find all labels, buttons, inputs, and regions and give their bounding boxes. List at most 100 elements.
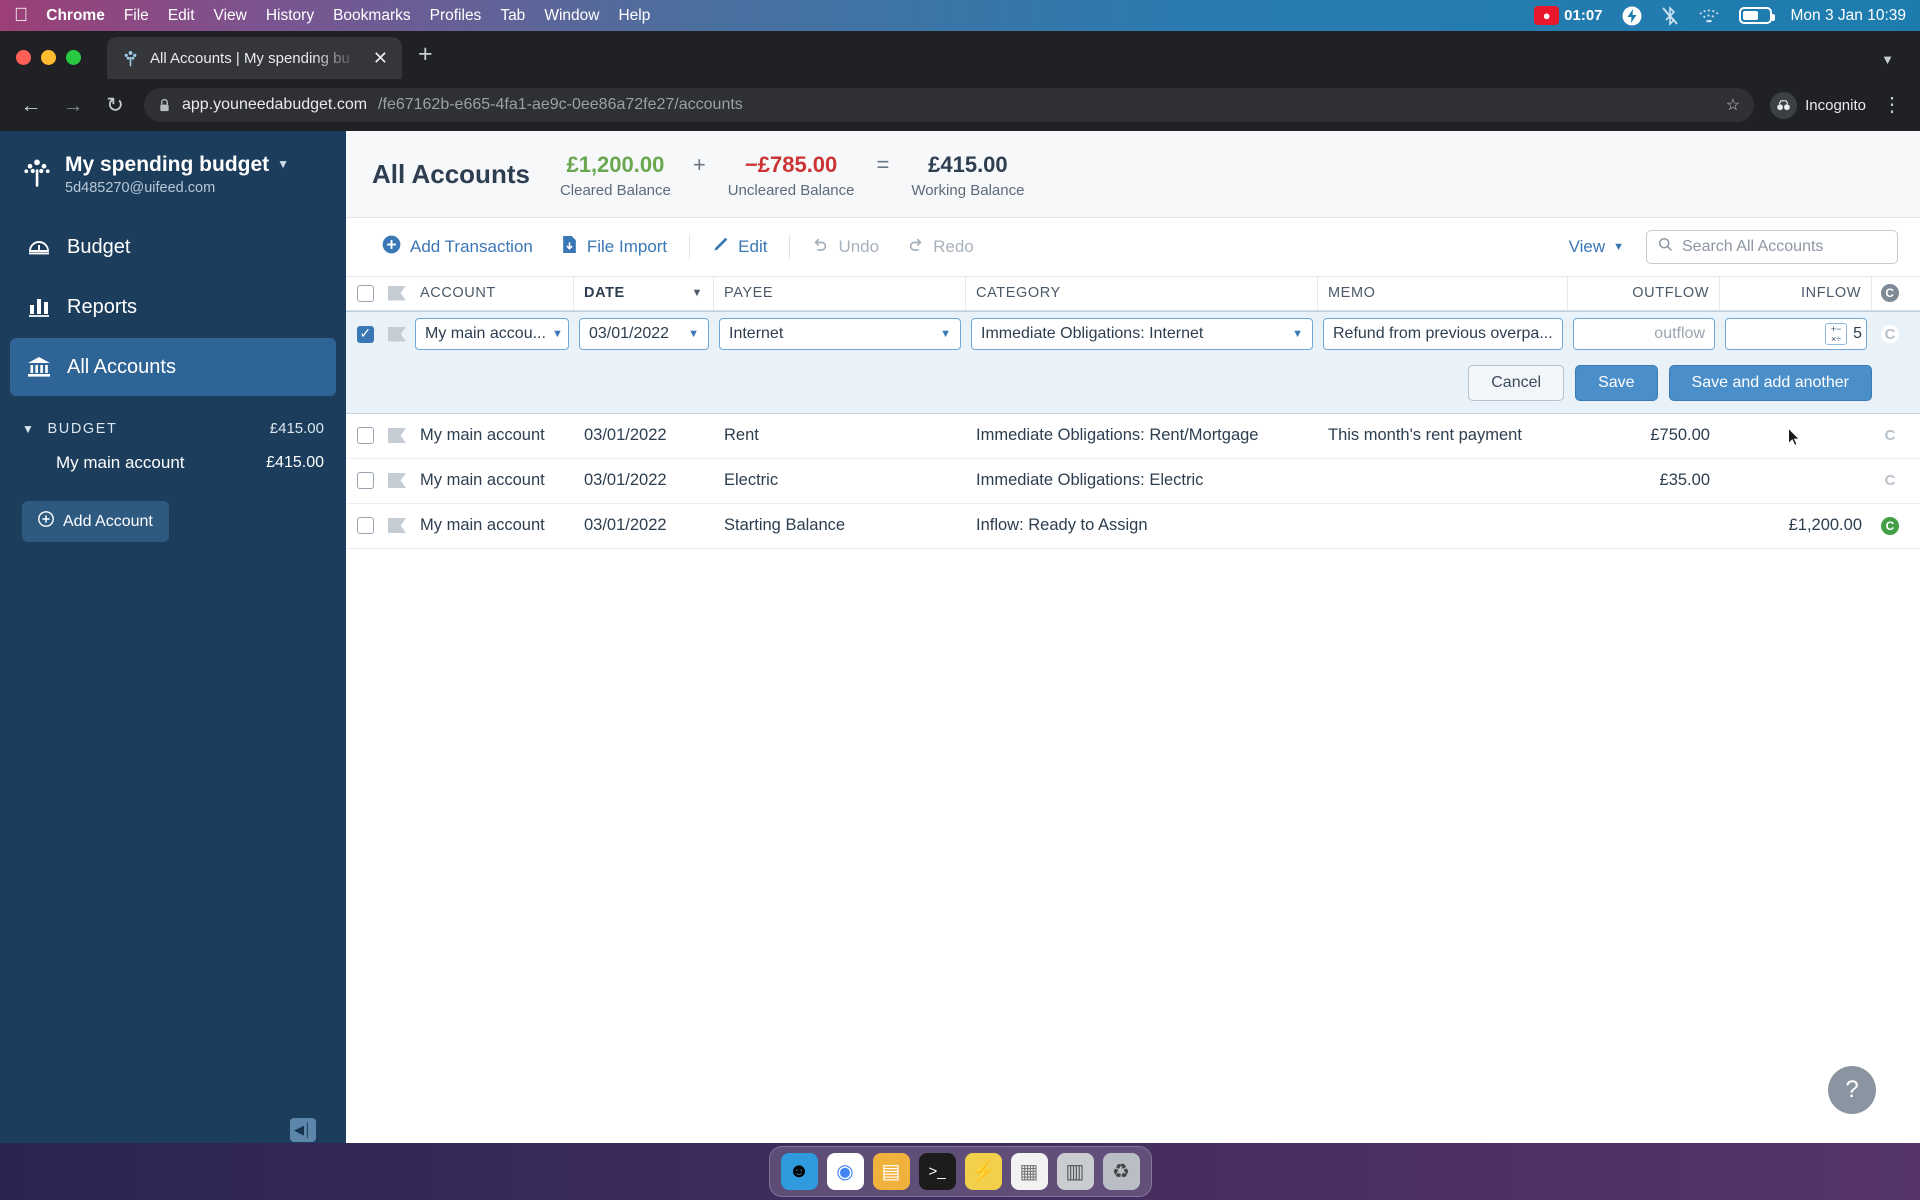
close-tab-button[interactable]: ✕ [369,49,392,67]
edit-outflow-field[interactable]: outflow [1573,318,1715,350]
cleared-status-icon[interactable]: C [1881,471,1899,490]
budget-switcher[interactable]: My spending budget ▼ 5d485270@uifeed.com [0,131,346,216]
row-checkbox[interactable] [346,504,384,548]
column-header-category[interactable]: CATEGORY [966,276,1318,310]
calculator-icon[interactable]: +− ×÷ [1825,323,1848,345]
notes-icon[interactable]: ▦ [1010,1153,1048,1190]
edit-account-field[interactable]: My main accou... ▼ [415,318,569,350]
menu-item-chrome[interactable]: Chrome [46,7,105,25]
wifi-icon[interactable] [1698,8,1720,24]
row-checkbox[interactable] [346,459,384,503]
table-row[interactable]: My main account 03/01/2022 Starting Bala… [346,504,1920,549]
browser-tab[interactable]: All Accounts | My spending bu ✕ [107,37,402,79]
column-header-cleared[interactable]: C [1872,277,1908,310]
terminal-icon[interactable]: >_ [918,1153,956,1190]
edit-button[interactable]: Edit [698,232,781,262]
column-header-outflow[interactable]: OUTFLOW [1568,276,1720,310]
sidebar-item-budget[interactable]: Budget [10,218,336,276]
finder-icon[interactable]: ☻ [780,1153,818,1190]
back-button[interactable]: ← [18,95,44,116]
menu-item-edit[interactable]: Edit [168,7,195,25]
menu-item-help[interactable]: Help [618,7,650,25]
menu-bar-clock[interactable]: Mon 3 Jan 10:39 [1791,7,1906,25]
calculator-icon[interactable]: ▥ [1056,1153,1094,1190]
row-cleared-cell[interactable]: C [1872,459,1908,503]
address-bar[interactable]: app.youneedabudget.com/fe67162b-e665-4fa… [144,88,1755,122]
chevron-down-icon[interactable]: ▼ [546,328,563,340]
sidebar-account-row[interactable]: My main account £415.00 [0,447,346,479]
menu-item-history[interactable]: History [266,7,314,25]
cancel-button[interactable]: Cancel [1468,364,1565,401]
add-transaction-button[interactable]: Add Transaction [368,231,547,263]
calendar-dropdown-icon[interactable]: ▼ [682,328,699,340]
cleared-toggle-icon[interactable]: C [1881,325,1899,343]
sidebar-item-all-accounts[interactable]: All Accounts [10,338,336,397]
row-cleared-cell[interactable]: C [1872,414,1908,458]
edit-category-field[interactable]: Immediate Obligations: Internet ▼ [971,318,1313,350]
edit-payee-field[interactable]: Internet ▼ [719,318,961,350]
row-flag[interactable] [384,504,410,548]
save-and-add-another-button[interactable]: Save and add another [1668,364,1872,401]
trash-icon[interactable]: ♻ [1102,1153,1140,1190]
minimize-window-button[interactable] [41,50,56,65]
column-header-memo[interactable]: MEMO [1318,276,1568,310]
forward-button[interactable]: → [60,95,86,116]
add-account-button[interactable]: Add Account [22,501,169,543]
menu-item-window[interactable]: Window [544,7,599,25]
row-flag[interactable] [384,459,410,503]
sidebar-section-budget[interactable]: ▼ BUDGET £415.00 [0,398,346,447]
undo-button[interactable]: Undo [798,232,893,262]
column-header-account[interactable]: ACCOUNT [410,276,574,310]
edit-inflow-field[interactable]: +− ×÷ 5 [1725,318,1867,350]
edit-memo-field[interactable]: Refund from previous overpa... [1323,318,1563,350]
row-flag[interactable] [384,414,410,458]
bookmark-star-icon[interactable]: ☆ [1726,95,1740,115]
chrome-menu-button[interactable]: ⋮ [1882,95,1902,115]
flash-icon[interactable] [1622,6,1642,26]
column-header-date[interactable]: DATE ▼ [574,276,714,310]
chevron-down-icon[interactable]: ▼ [22,422,35,436]
screen-recording-indicator[interactable]: ● 01:07 [1534,6,1603,25]
edit-row-cleared-cell[interactable]: C [1872,312,1908,357]
tab-list-chevron-icon[interactable]: ▼ [1881,52,1894,67]
help-button[interactable]: ? [1828,1066,1876,1114]
row-checkbox[interactable] [346,414,384,458]
chrome-icon[interactable]: ◉ [826,1153,864,1190]
menu-item-bookmarks[interactable]: Bookmarks [333,7,411,25]
battery-icon[interactable] [1738,7,1775,24]
edit-row-flag[interactable] [384,312,410,357]
save-button[interactable]: Save [1575,364,1658,401]
view-dropdown-button[interactable]: View ▼ [1557,233,1636,261]
redo-button[interactable]: Redo [893,232,988,262]
table-row[interactable]: My main account 03/01/2022 Electric Imme… [346,459,1920,504]
column-header-payee[interactable]: PAYEE [714,276,966,310]
menu-item-file[interactable]: File [124,7,149,25]
edit-date-field[interactable]: 03/01/2022 ▼ [579,318,709,350]
sidebar-item-reports[interactable]: Reports [10,278,336,336]
search-input[interactable]: Search All Accounts [1646,229,1898,264]
reload-button[interactable]: ↻ [102,95,128,116]
bluetooth-off-icon[interactable] [1661,5,1679,26]
apple-logo-icon[interactable]:  [14,6,28,25]
cleared-status-icon[interactable]: C [1881,426,1899,445]
maximize-window-button[interactable] [66,50,81,65]
menu-item-profiles[interactable]: Profiles [430,7,482,25]
cleared-status-icon[interactable]: C [1881,516,1899,535]
chevron-down-icon[interactable]: ▼ [1286,328,1303,340]
new-tab-button[interactable]: + [418,42,433,79]
column-header-inflow[interactable]: INFLOW [1720,276,1872,310]
row-cleared-cell[interactable]: C [1872,504,1908,548]
bolt-icon[interactable]: ⚡ [964,1153,1002,1190]
menu-item-view[interactable]: View [214,7,247,25]
flag-column-header[interactable] [384,277,410,310]
file-import-button[interactable]: File Import [547,231,681,263]
select-all-checkbox[interactable] [346,277,384,310]
files-icon[interactable]: ▤ [872,1153,910,1190]
budget-dropdown-icon[interactable]: ▼ [277,157,289,172]
table-row[interactable]: My main account 03/01/2022 Rent Immediat… [346,414,1920,459]
incognito-profile-chip[interactable]: Incognito [1770,91,1866,119]
chevron-down-icon[interactable]: ▼ [934,328,951,340]
edit-row-checkbox[interactable] [346,312,384,357]
collapse-sidebar-button[interactable]: ◀│ [290,1118,316,1142]
menu-item-tab[interactable]: Tab [500,7,525,25]
